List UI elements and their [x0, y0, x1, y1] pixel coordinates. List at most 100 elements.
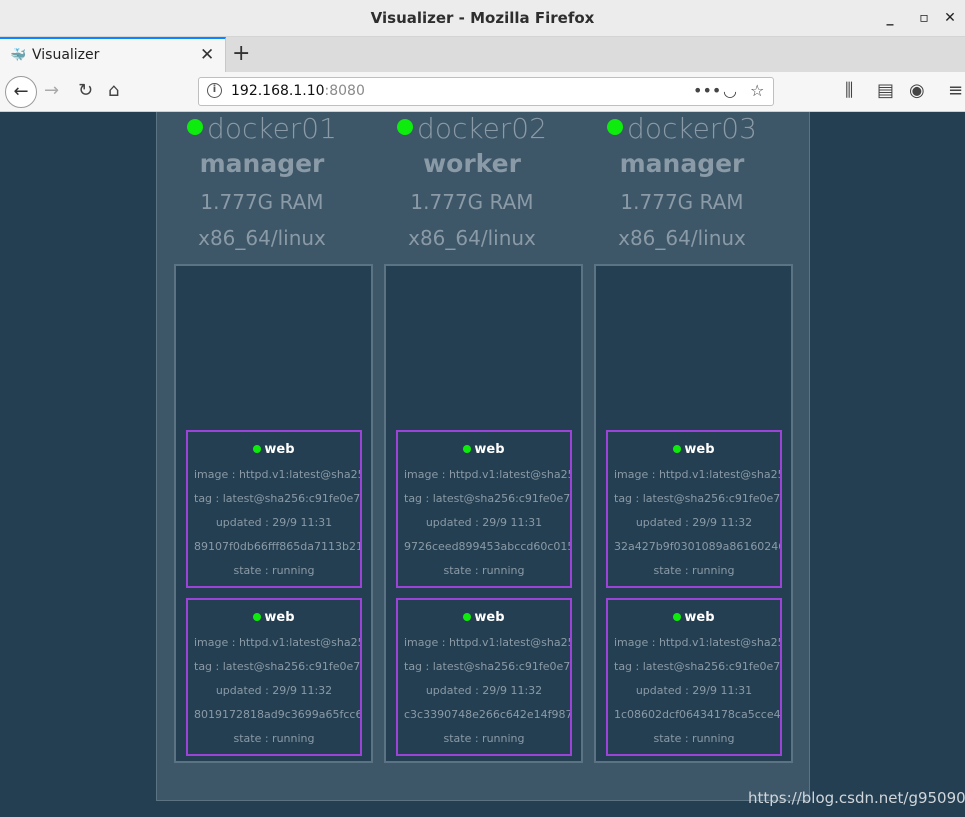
tab-strip: 🐳 Visualizer ✕ +: [0, 37, 965, 72]
window-title: Visualizer - Mozilla Firefox: [370, 9, 595, 27]
watermark: https://blog.csdn.net/g950904: [748, 789, 965, 807]
node-name-label: docker01: [207, 112, 337, 145]
task-image: image : httpd.v1:latest@sha256:c91fe0e79…: [614, 636, 780, 649]
task-status-dot: [253, 444, 262, 453]
task-name-label: web: [474, 442, 505, 457]
task-name-label: web: [264, 610, 295, 625]
task-updated: updated : 29/9 11:32: [215, 684, 333, 697]
task-image: image : httpd.v1:latest@sha256:c91fe0e79…: [194, 468, 360, 481]
node-name: docker03: [577, 112, 787, 145]
node-task-container: web image : httpd.v1:latest@sha256:c91fe…: [174, 264, 373, 763]
node-name: docker02: [367, 112, 577, 145]
task-tag: tag : latest@sha256:c91fe0e79dd4: [194, 660, 360, 673]
node-status-dot: [397, 119, 414, 135]
node-name-label: docker02: [417, 112, 547, 145]
bookmark-star-icon[interactable]: ☆: [750, 81, 764, 100]
task-state: state : running: [233, 732, 315, 745]
swarm-panel: docker01 manager 1.777G RAM x86_64/linux…: [156, 112, 810, 801]
task-updated: updated : 29/9 11:31: [215, 516, 333, 529]
node-ram: 1.777G RAM: [200, 190, 324, 214]
account-icon[interactable]: ◉: [909, 80, 925, 101]
task-state: state : running: [653, 564, 735, 577]
task-image: image : httpd.v1:latest@sha256:c91fe0e79…: [614, 468, 780, 481]
task-status-dot: [463, 612, 472, 621]
home-button[interactable]: ⌂: [108, 80, 119, 101]
task-name-label: web: [684, 442, 715, 457]
url-bar[interactable]: i 192.168.1.10:8080 ••• ◡ ☆: [198, 77, 774, 106]
task-tag: tag : latest@sha256:c91fe0e79dd4: [614, 660, 780, 673]
task-state: state : running: [443, 732, 525, 745]
node-docker01: docker01 manager 1.777G RAM x86_64/linux…: [157, 112, 373, 772]
node-arch: x86_64/linux: [198, 226, 326, 250]
task-card[interactable]: web image : httpd.v1:latest@sha256:c91fe…: [606, 598, 782, 756]
task-tag: tag : latest@sha256:c91fe0e79dd4: [404, 660, 570, 673]
close-window-button[interactable]: ✕: [940, 8, 960, 28]
docker-whale-icon: 🐳: [10, 48, 27, 63]
maximize-button[interactable]: ▫: [914, 8, 934, 28]
page-actions-icon[interactable]: •••: [693, 81, 721, 100]
task-tag: tag : latest@sha256:c91fe0e79dd4: [194, 492, 360, 505]
task-card[interactable]: web image : httpd.v1:latest@sha256:c91fe…: [396, 430, 572, 588]
node-status-dot: [607, 119, 624, 135]
node-task-container: web image : httpd.v1:latest@sha256:c91fe…: [384, 264, 583, 763]
task-id: 1c08602dcf06434178ca5cce4d0687: [614, 708, 780, 721]
node-name: docker01: [157, 112, 367, 145]
task-id: 9726ceed899453abccd60c015f27e: [404, 540, 570, 553]
task-name: web: [608, 442, 780, 457]
task-card[interactable]: web image : httpd.v1:latest@sha256:c91fe…: [396, 598, 572, 756]
task-state: state : running: [443, 564, 525, 577]
task-updated: updated : 29/9 11:31: [425, 516, 543, 529]
node-ram: 1.777G RAM: [620, 190, 744, 214]
node-ram: 1.777G RAM: [410, 190, 534, 214]
task-status-dot: [463, 444, 472, 453]
task-name: web: [188, 610, 360, 625]
library-icon[interactable]: ⫼: [845, 80, 853, 101]
task-id: 32a427b9f0301089a8616024675c7: [614, 540, 780, 553]
task-id: 8019172818ad9c3699a65fcc683ec: [194, 708, 360, 721]
reload-button[interactable]: ↻: [78, 80, 93, 101]
sidebar-icon[interactable]: ▤: [877, 80, 894, 101]
minimize-button[interactable]: _: [880, 8, 900, 28]
tab-visualizer[interactable]: 🐳 Visualizer ✕: [0, 37, 226, 72]
node-docker03: docker03 manager 1.777G RAM x86_64/linux…: [577, 112, 793, 772]
task-state: state : running: [233, 564, 315, 577]
task-name: web: [398, 442, 570, 457]
task-status-dot: [673, 444, 682, 453]
navigation-bar: ← → ↻ ⌂ i 192.168.1.10:8080 ••• ◡ ☆ ⫼ ▤ …: [0, 72, 965, 112]
menu-icon[interactable]: ≡: [948, 80, 963, 101]
task-card[interactable]: web image : httpd.v1:latest@sha256:c91fe…: [606, 430, 782, 588]
url-text: 192.168.1.10:8080: [231, 83, 365, 99]
task-name: web: [398, 610, 570, 625]
node-docker02: docker02 worker 1.777G RAM x86_64/linux …: [367, 112, 583, 772]
forward-button[interactable]: →: [44, 80, 59, 101]
tab-title: Visualizer: [32, 47, 100, 63]
task-name-label: web: [264, 442, 295, 457]
node-status-dot: [187, 119, 204, 135]
task-tag: tag : latest@sha256:c91fe0e79dd4: [404, 492, 570, 505]
task-image: image : httpd.v1:latest@sha256:c91fe0e79…: [194, 636, 360, 649]
url-port: :8080: [324, 83, 365, 99]
task-name: web: [608, 610, 780, 625]
node-arch: x86_64/linux: [618, 226, 746, 250]
task-name-label: web: [474, 610, 505, 625]
task-id: c3c3390748e266c642e14f9875b8e: [404, 708, 570, 721]
task-name: web: [188, 442, 360, 457]
task-updated: updated : 29/9 11:31: [635, 684, 753, 697]
node-name-label: docker03: [627, 112, 757, 145]
site-info-icon[interactable]: i: [207, 83, 222, 98]
pocket-icon[interactable]: ◡: [723, 81, 737, 100]
close-tab-icon[interactable]: ✕: [200, 45, 214, 65]
node-arch: x86_64/linux: [408, 226, 536, 250]
task-image: image : httpd.v1:latest@sha256:c91fe0e79…: [404, 468, 570, 481]
task-updated: updated : 29/9 11:32: [425, 684, 543, 697]
window-titlebar: Visualizer - Mozilla Firefox _ ▫ ✕: [0, 0, 965, 37]
task-card[interactable]: web image : httpd.v1:latest@sha256:c91fe…: [186, 430, 362, 588]
back-button[interactable]: ←: [5, 76, 37, 108]
new-tab-button[interactable]: +: [232, 41, 250, 66]
task-state: state : running: [653, 732, 735, 745]
url-host: 192.168.1.10: [231, 83, 325, 99]
task-card[interactable]: web image : httpd.v1:latest@sha256:c91fe…: [186, 598, 362, 756]
task-id: 89107f0db66fff865da7113b210fcee: [194, 540, 360, 553]
task-tag: tag : latest@sha256:c91fe0e79dd4: [614, 492, 780, 505]
task-name-label: web: [684, 610, 715, 625]
